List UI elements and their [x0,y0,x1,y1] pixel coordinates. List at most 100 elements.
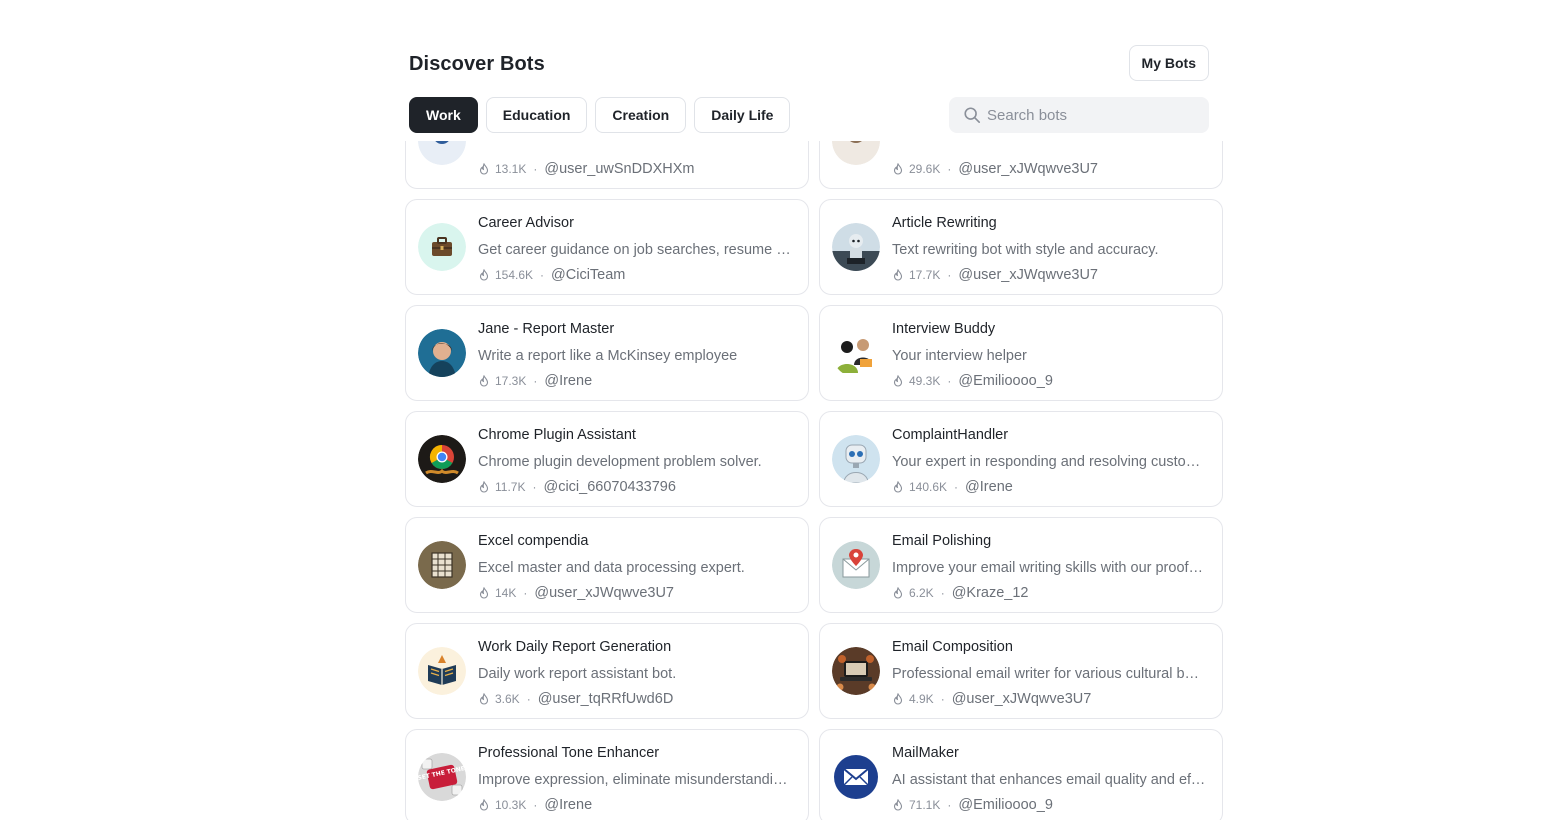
bot-meta: 140.6K · @Irene [892,479,1013,495]
bot-list: 13.1K · @user_uwSnDDXHXm 29.6K · @user_x… [405,141,1223,820]
bot-meta: 6.2K · @Kraze_12 [892,585,1028,601]
tab-education[interactable]: Education [485,97,588,133]
bot-description: Improve expression, eliminate misunderst… [478,772,792,788]
separator-dot: · [533,162,538,176]
separator-dot: · [533,374,538,388]
bot-uses: 17.7K [909,268,941,282]
bot-uses: 10.3K [495,798,527,812]
bot-uses: 14K [495,586,517,600]
bot-name: Excel compendia [478,533,589,549]
bot-meta: 10.3K · @Irene [478,797,592,813]
bot-author[interactable]: @user_tqRRfUwd6D [538,691,674,707]
search-input[interactable] [987,106,1197,124]
bot-description: Your expert in responding and resolving … [892,454,1206,470]
bot-card[interactable]: Excel compendia Excel master and data pr… [405,517,809,613]
bot-description: Chrome plugin development problem solver… [478,454,762,470]
bot-meta: 14K · @user_xJWqwve3U7 [478,585,674,601]
bot-author[interactable]: @Kraze_12 [952,585,1029,601]
page-title: Discover Bots [409,53,545,75]
fire-icon [893,587,903,599]
bot-uses: 154.6K [495,268,534,282]
search-box[interactable] [949,97,1209,133]
bot-name: Professional Tone Enhancer [478,745,660,761]
set-the-tone-key-icon: SET THE TONE [418,753,466,801]
bot-card[interactable]: Career Advisor Get career guidance on jo… [405,199,809,295]
search-icon [964,107,981,124]
fire-icon [893,269,903,281]
separator-dot: · [954,480,959,494]
bot-author[interactable]: @user_uwSnDDXHXm [544,161,694,177]
bot-card[interactable]: SET THE TONE Professional Tone Enhancer … [405,729,809,820]
bot-card[interactable]: Jane - Report Master Write a report like… [405,305,809,401]
bot-name: Interview Buddy [892,321,996,337]
bot-name: Work Daily Report Generation [478,639,672,655]
bot-author[interactable]: @Irene [544,373,592,389]
separator-dot: · [526,692,531,706]
bot-author[interactable]: @Emilioooo_9 [958,373,1053,389]
bot-author[interactable]: @user_xJWqwve3U7 [958,161,1098,177]
bot-name: Email Polishing [892,533,992,549]
bot-uses: 49.3K [909,374,941,388]
tab-work[interactable]: Work [409,97,478,133]
bot-author[interactable]: @user_xJWqwve3U7 [958,267,1098,283]
bot-uses: 71.1K [909,798,941,812]
separator-dot: · [947,798,952,812]
bot-description: Write a report like a McKinsey employee [478,348,738,364]
separator-dot: · [947,374,952,388]
bot-name: Article Rewriting [892,215,997,231]
tab-daily-life[interactable]: Daily Life [694,97,791,133]
bot-uses: 11.7K [495,480,526,494]
bot-author[interactable]: @Emilioooo_9 [958,797,1053,813]
spreadsheet-icon [418,541,466,589]
bot-name: Email Composition [892,639,1013,655]
bot-meta: 17.3K · @Irene [478,373,592,389]
bot-meta: 3.6K · @user_tqRRfUwd6D [478,691,673,707]
book-emblem-icon [418,647,466,695]
person-portrait-icon [418,329,466,377]
filter-row: Work Education Creation Daily Life [409,97,1209,133]
page-header: Discover Bots My Bots [409,45,1209,81]
bot-card[interactable]: Email Composition Professional email wri… [819,623,1223,719]
bot-card[interactable]: Interview Buddy Your interview helper 49… [819,305,1223,401]
bot-card[interactable]: ComplaintHandler Your expert in respondi… [819,411,1223,507]
bot-description: Text rewriting bot with style and accura… [892,242,1159,258]
bot-description: Improve your email writing skills with o… [892,560,1206,576]
interview-people-icon [832,329,880,377]
fire-icon [479,693,489,705]
bot-card[interactable]: Email Polishing Improve your email writi… [819,517,1223,613]
bot-meta: 13.1K · @user_uwSnDDXHXm [478,161,694,177]
bot-meta: 4.9K · @user_xJWqwve3U7 [892,691,1091,707]
bot-meta: 29.6K · @user_xJWqwve3U7 [892,161,1098,177]
fire-icon [893,375,903,387]
briefcase-icon [418,223,466,271]
bot-card[interactable]: Article Rewriting Text rewriting bot wit… [819,199,1223,295]
bot-description: AI assistant that enhances email quality… [892,772,1206,788]
bot-author[interactable]: @user_xJWqwve3U7 [534,585,674,601]
bot-card[interactable]: MailMaker AI assistant that enhances ema… [819,729,1223,820]
bot-name: Career Advisor [478,215,574,231]
bot-author[interactable]: @cici_66070433796 [543,479,675,495]
bot-card[interactable]: Chrome Plugin Assistant Chrome plugin de… [405,411,809,507]
bot-author[interactable]: @user_xJWqwve3U7 [952,691,1092,707]
bot-description: Excel master and data processing expert. [478,560,745,576]
separator-dot: · [940,692,945,706]
bot-meta: 49.3K · @Emilioooo_9 [892,373,1053,389]
bot-card[interactable]: 13.1K · @user_uwSnDDXHXm [405,141,809,189]
fire-icon [893,163,903,175]
bot-author[interactable]: @CiciTeam [551,267,625,283]
bot-description: Get career guidance on job searches, res… [478,242,792,258]
tab-creation[interactable]: Creation [595,97,687,133]
bot-card[interactable]: Work Daily Report Generation Daily work … [405,623,809,719]
bot-card[interactable]: 29.6K · @user_xJWqwve3U7 [819,141,1223,189]
bot-meta: 11.7K · @cici_66070433796 [478,479,676,495]
separator-dot: · [532,480,537,494]
fire-icon [479,587,489,599]
fire-icon [893,693,903,705]
bot-author[interactable]: @Irene [544,797,592,813]
mail-envelope-icon [832,753,880,801]
bot-author[interactable]: @Irene [965,479,1013,495]
partial-avatar-icon [418,141,466,165]
my-bots-button[interactable]: My Bots [1128,45,1209,81]
separator-dot: · [540,268,545,282]
bot-uses: 3.6K [495,692,520,706]
